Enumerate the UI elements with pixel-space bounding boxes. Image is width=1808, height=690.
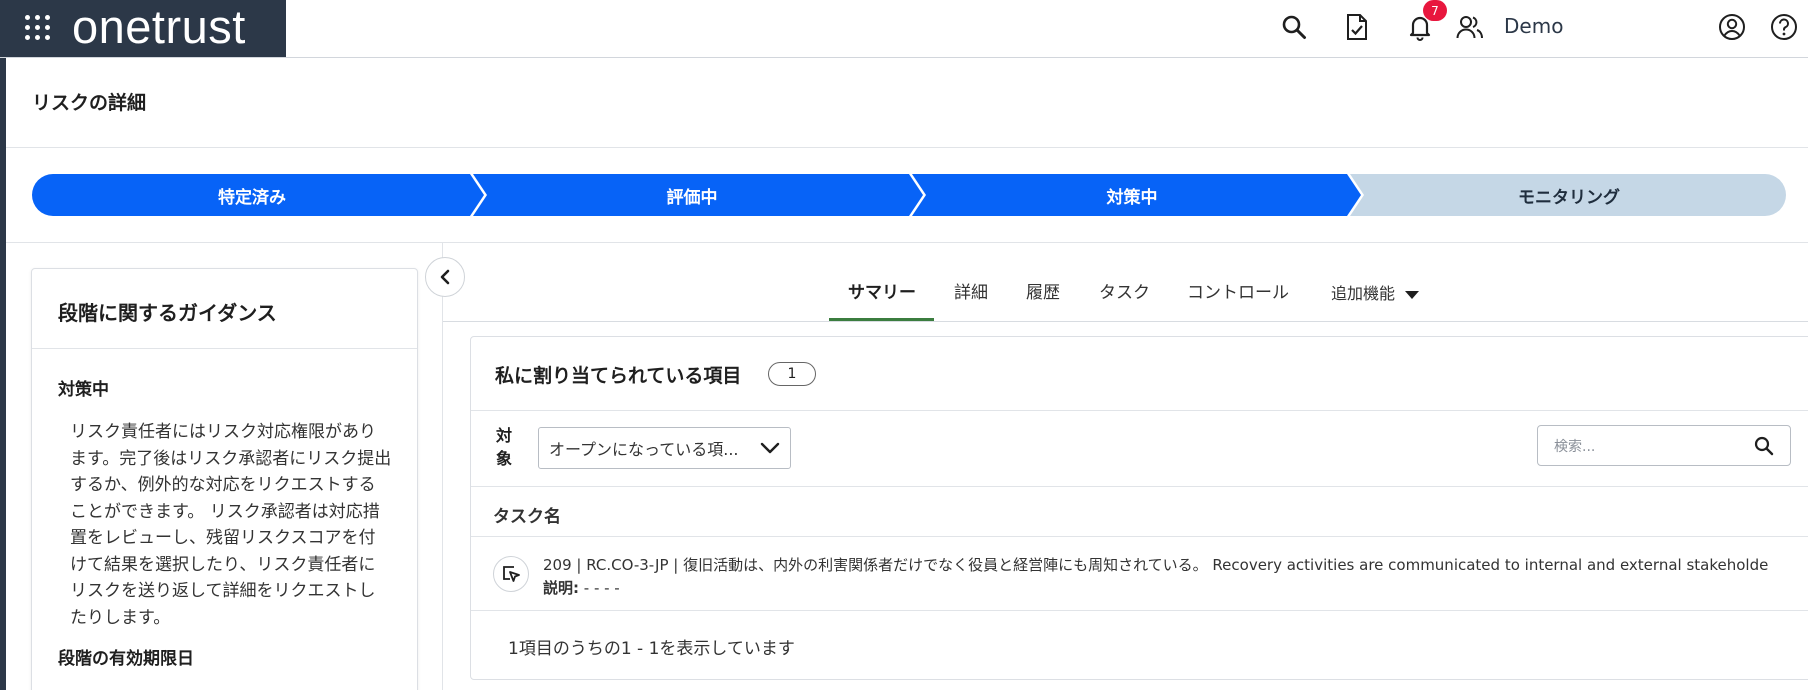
tab-more-label: 追加機能 — [1331, 284, 1396, 303]
divider — [32, 348, 417, 349]
active-tab-indicator — [829, 318, 934, 321]
users-icon[interactable] — [1455, 12, 1485, 42]
divider — [471, 610, 1808, 611]
collapse-panel-button[interactable] — [425, 257, 465, 297]
search-input[interactable]: 検索... — [1537, 425, 1791, 466]
search-placeholder: 検索... — [1554, 438, 1596, 455]
task-description-value: - - - - — [579, 579, 620, 597]
search-icon[interactable] — [1279, 12, 1309, 42]
status-filter-value: オープンになっている項... — [549, 440, 739, 459]
guidance-title: 段階に関するガイダンス — [58, 301, 277, 325]
divider — [443, 321, 1808, 322]
page-title: リスクの詳細 — [32, 92, 147, 114]
caret-down-icon — [1405, 290, 1420, 299]
filter-label: 対象 — [496, 426, 513, 468]
stage-stepper: 特定済み 評価中 対策中 モニタリング — [32, 174, 1786, 216]
document-check-icon[interactable] — [1342, 12, 1372, 42]
tab-history[interactable]: 履歴 — [1026, 278, 1060, 303]
left-edge-strip — [0, 0, 6, 690]
search-icon — [1754, 436, 1774, 455]
user-circle-icon[interactable] — [1717, 12, 1747, 42]
assigned-count-badge: 1 — [768, 362, 816, 386]
assigned-items-card: 私に割り当てられている項目 1 対象 オープンになっている項... 検索... … — [470, 336, 1808, 680]
step-monitoring[interactable]: モニタリング — [1352, 174, 1786, 216]
brand-area: onetrust — [0, 0, 286, 57]
step-identified[interactable]: 特定済み — [32, 174, 472, 216]
divider — [6, 242, 1808, 243]
divider — [471, 536, 1808, 537]
step-treating[interactable]: 対策中 — [912, 174, 1352, 216]
help-icon[interactable] — [1769, 12, 1799, 42]
assigned-items-title: 私に割り当てられている項目 — [495, 365, 742, 387]
top-bar: onetrust 7 Demo — [0, 0, 1808, 58]
guidance-card: 段階に関するガイダンス 対策中 リスク責任者にはリスク対応権限があります。完了後… — [31, 268, 418, 690]
task-description: 説明: - - - - — [543, 577, 620, 598]
chevron-left-icon — [440, 269, 450, 285]
tab-more[interactable]: 追加機能 — [1331, 280, 1420, 304]
user-name[interactable]: Demo — [1504, 14, 1563, 38]
stage-expiry-label: 段階の有効期限日 — [58, 649, 194, 669]
notification-badge[interactable]: 7 — [1423, 0, 1447, 21]
panel-divider — [442, 243, 443, 690]
step-assessing[interactable]: 評価中 — [472, 174, 912, 216]
status-filter-select[interactable]: オープンになっている項... — [538, 427, 791, 469]
task-description-label: 説明: — [543, 579, 579, 597]
tab-tasks[interactable]: タスク — [1099, 278, 1150, 303]
divider — [471, 486, 1808, 487]
column-header-task-name[interactable]: タスク名 — [493, 502, 561, 527]
app-switcher-icon[interactable] — [25, 15, 51, 41]
tab-details[interactable]: 詳細 — [954, 278, 988, 303]
tab-controls[interactable]: コントロール — [1187, 278, 1289, 303]
guidance-text: リスク責任者にはリスク対応権限があります。完了後はリスク承認者にリスク提出するか… — [70, 422, 392, 628]
divider — [6, 147, 1808, 148]
task-type-icon — [493, 556, 529, 592]
tab-summary[interactable]: サマリー — [848, 278, 916, 303]
pagination-info: 1項目のうちの1 - 1を表示しています — [508, 639, 795, 659]
guidance-stage: 対策中 — [58, 380, 109, 400]
chevron-down-icon — [760, 442, 780, 454]
divider — [471, 410, 1808, 411]
onetrust-logo[interactable]: onetrust — [72, 3, 246, 50]
task-title-link[interactable]: 209 | RC.CO-3-JP | 復旧活動は、内外の利害関係者だけでなく役員… — [543, 554, 1768, 575]
